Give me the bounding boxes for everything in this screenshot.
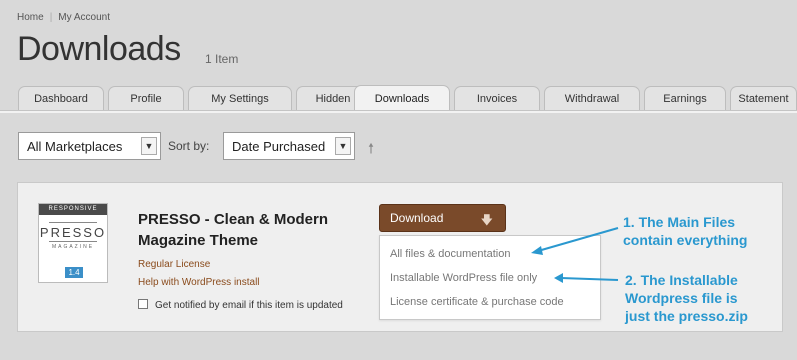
annotation-main-files: 1. The Main Files contain everything [623,213,747,249]
annotation-arrow-line [560,277,619,281]
annotation-installable-file: 2. The Installable Wordpress file is jus… [625,271,748,325]
annotation-line: contain everything [623,232,748,248]
annotation-line: 2. The Installable [625,272,738,288]
annotation-line: 1. The Main Files [623,214,736,230]
annotation-line: just the presso.zip [625,308,748,324]
annotation-arrow-line [537,227,619,252]
annotation-arrowhead [554,273,563,283]
annotation-line: Wordpress file is [625,290,738,306]
annotation-arrowhead [531,246,543,255]
